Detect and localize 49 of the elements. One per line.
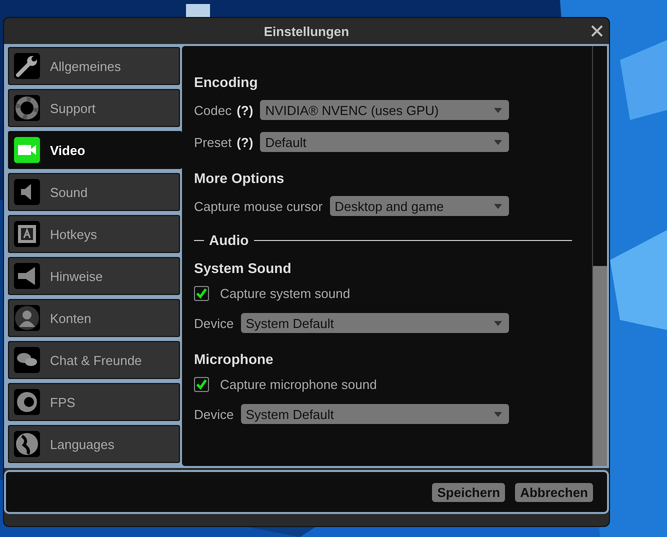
close-icon[interactable]	[591, 25, 603, 37]
section-heading: System Sound	[194, 260, 292, 276]
wrench-icon	[14, 53, 40, 79]
dropdown[interactable]: NVIDIA® NVENC (uses GPU)	[260, 100, 509, 120]
sidebar-item[interactable]: Video	[8, 131, 182, 169]
window-title: Einstellungen	[264, 24, 350, 38]
caret-icon	[494, 412, 502, 416]
help-link[interactable]: (?)	[236, 102, 254, 118]
cancel-button[interactable]: Abbrechen	[515, 482, 593, 502]
section-heading: Audio	[209, 232, 249, 248]
sidebar-item[interactable]: Sound	[8, 173, 180, 211]
section-heading: More Options	[194, 170, 286, 186]
user-icon	[14, 305, 40, 331]
dropdown[interactable]: Default	[260, 132, 509, 152]
sidebar-item[interactable]: Hotkeys	[8, 215, 180, 253]
sidebar-item[interactable]: Konten	[8, 299, 180, 337]
sidebar-item[interactable]: Hinweise	[8, 257, 180, 295]
field-label: Device	[194, 316, 234, 330]
field-label: Codec	[194, 102, 232, 118]
checkbox[interactable]	[194, 377, 209, 392]
key-icon	[14, 221, 40, 247]
dropdown[interactable]: System Default	[240, 404, 509, 424]
speaker-icon	[14, 179, 40, 205]
dropdown[interactable]: Desktop and game	[330, 196, 509, 216]
sidebar-item[interactable]: Languages	[8, 425, 180, 463]
caret-icon	[494, 204, 502, 208]
sidebar-item[interactable]: Support	[8, 89, 180, 127]
lifebuoy-icon	[14, 95, 40, 121]
checkbox-label: Capture microphone sound	[220, 377, 377, 392]
save-button[interactable]: Speichern	[432, 482, 506, 502]
globe-icon	[14, 431, 40, 457]
field-label: Device	[194, 406, 234, 422]
sidebar-item[interactable]: Allgemeines	[8, 47, 180, 85]
chat-icon	[14, 347, 40, 373]
caret-icon	[494, 108, 502, 112]
caret-icon	[494, 320, 502, 326]
dropdown[interactable]: System Default	[240, 313, 509, 333]
field-label: Preset	[194, 134, 232, 150]
section-heading: Microphone	[194, 351, 274, 367]
sidebar-item[interactable]: FPS	[8, 383, 180, 421]
field-label: Capture mouse cursor	[194, 198, 323, 214]
checkbox-label: Capture system sound	[220, 286, 350, 301]
help-link[interactable]: (?)	[236, 134, 254, 150]
camera-icon	[14, 137, 40, 163]
caret-icon	[494, 140, 502, 144]
sidebar-item[interactable]: Chat & Freunde	[8, 341, 180, 379]
checkbox[interactable]	[194, 286, 209, 301]
section-heading: Encoding	[194, 74, 259, 90]
scrollbar-thumb[interactable]	[593, 266, 607, 466]
